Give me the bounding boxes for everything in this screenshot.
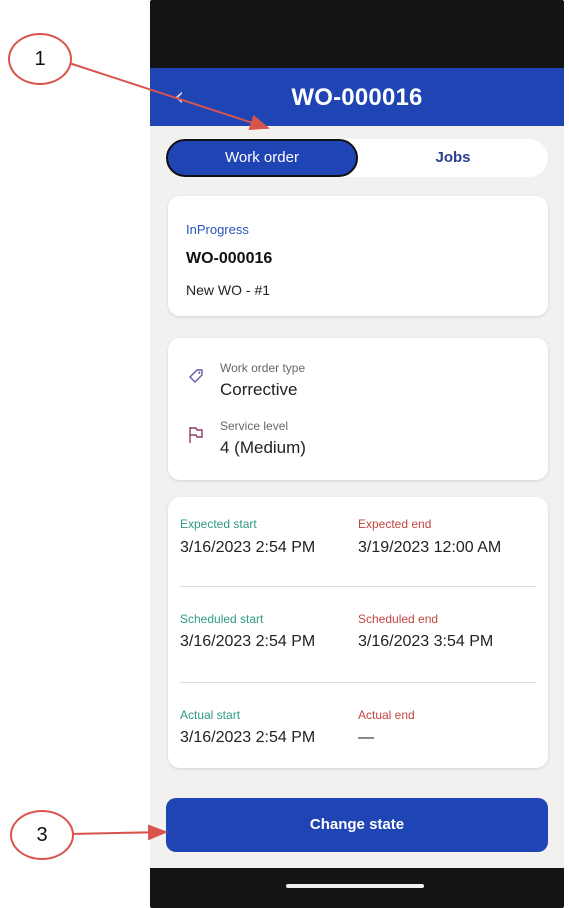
phone-frame: ‹ WO-000016 Work order Jobs InProgress W… — [150, 0, 564, 908]
scheduled-end-label: Scheduled end — [358, 612, 439, 626]
page-title: WO-000016 — [291, 84, 423, 111]
status-label: InProgress — [186, 222, 249, 237]
scheduled-end-value: 3/16/2023 3:54 PM — [358, 633, 494, 650]
schedule-card: Expected start Expected end 3/16/2023 2:… — [168, 497, 548, 768]
actual-end-label: Actual end — [358, 708, 415, 722]
work-order-number: WO-000016 — [186, 250, 273, 267]
divider — [180, 682, 536, 683]
scheduled-start-value: 3/16/2023 2:54 PM — [180, 633, 316, 650]
service-level-value: 4 (Medium) — [220, 438, 306, 457]
expected-start-label: Expected start — [180, 517, 257, 531]
actual-start-value: 3/16/2023 2:54 PM — [180, 729, 316, 746]
actual-start-label: Actual start — [180, 708, 241, 722]
service-level-label: Service level — [220, 419, 289, 433]
tab-bar: Work order Jobs — [166, 139, 548, 177]
summary-card: InProgress WO-000016 New WO - #1 — [168, 196, 548, 316]
scheduled-start-label: Scheduled start — [180, 612, 264, 626]
tab-work-order[interactable]: Work order — [166, 139, 358, 177]
callout-3: 3 — [10, 810, 74, 860]
change-state-button[interactable]: Change state — [166, 798, 548, 852]
expected-end-label: Expected end — [358, 517, 432, 531]
expected-start-value: 3/16/2023 2:54 PM — [180, 539, 316, 556]
work-order-name: New WO - #1 — [186, 282, 271, 298]
callout-1: 1 — [8, 33, 72, 85]
details-card: Work order type Corrective Service level… — [168, 338, 548, 480]
divider — [180, 586, 536, 587]
work-order-type-label: Work order type — [220, 361, 306, 375]
flag-icon — [188, 426, 206, 444]
tab-jobs[interactable]: Jobs — [358, 139, 548, 177]
actual-end-value: — — [358, 729, 374, 746]
expected-end-value: 3/19/2023 12:00 AM — [358, 539, 502, 556]
home-indicator — [286, 884, 424, 888]
app-header: ‹ WO-000016 — [150, 68, 564, 126]
work-order-type-value: Corrective — [220, 380, 298, 399]
tag-icon — [188, 368, 206, 386]
app-screen: ‹ WO-000016 Work order Jobs InProgress W… — [150, 68, 564, 868]
